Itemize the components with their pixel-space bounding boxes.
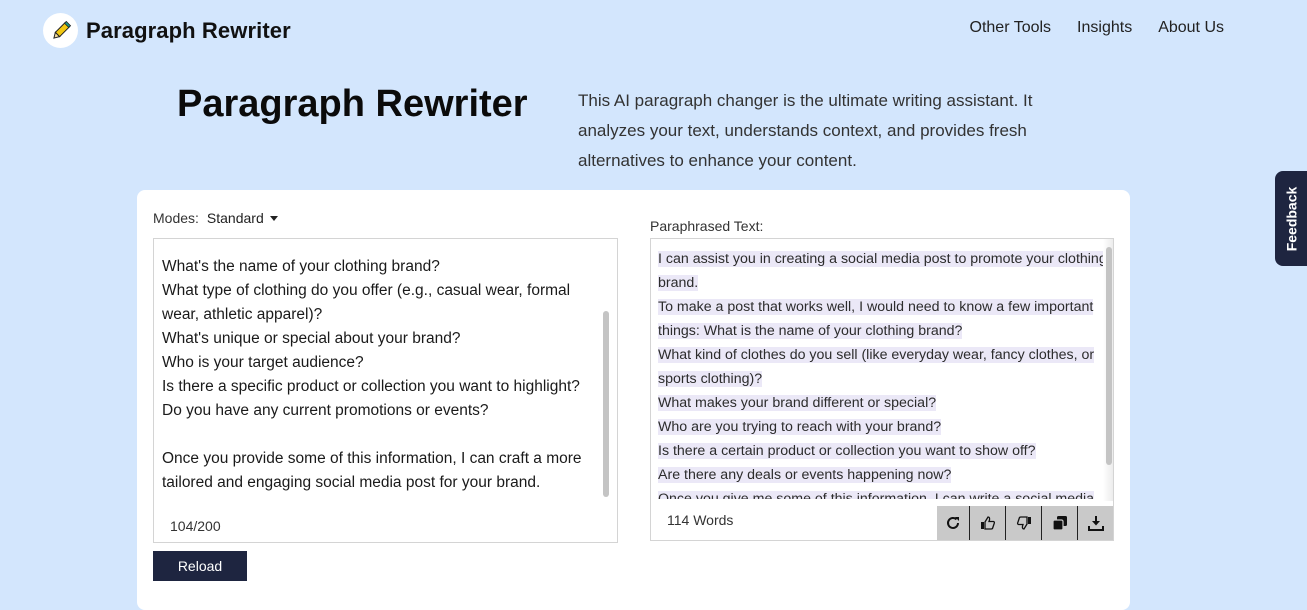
modes-dropdown[interactable]: Standard xyxy=(207,210,278,226)
output-label: Paraphrased Text: xyxy=(650,218,764,234)
char-count: 104/200 xyxy=(170,518,221,534)
brand-name: Paragraph Rewriter xyxy=(86,17,291,43)
like-button[interactable] xyxy=(969,506,1005,540)
output-sentence[interactable]: To make a post that works well, I would … xyxy=(658,299,1094,339)
output-container: I can assist you in creating a social me… xyxy=(650,238,1114,541)
output-text: I can assist you in creating a social me… xyxy=(658,247,1108,499)
brand-logo[interactable]: Paragraph Rewriter xyxy=(43,13,291,48)
output-scrollbar[interactable] xyxy=(1106,247,1112,465)
output-actions xyxy=(937,506,1113,540)
modes-selected-value: Standard xyxy=(206,210,264,226)
output-sentence[interactable]: What makes your brand different or speci… xyxy=(658,395,937,411)
regenerate-button[interactable] xyxy=(937,506,969,540)
output-scroll-track[interactable] xyxy=(1103,239,1113,501)
rewriter-card: Modes: Standard What's the name of your … xyxy=(137,190,1130,610)
thumbs-down-icon xyxy=(1016,516,1031,530)
input-textarea[interactable]: What's the name of your clothing brand? … xyxy=(162,255,602,500)
input-textarea-container: What's the name of your clothing brand? … xyxy=(153,238,618,543)
caret-down-icon xyxy=(269,215,278,221)
output-sentence[interactable]: What kind of clothes do you sell (like e… xyxy=(658,347,1095,387)
output-sentence[interactable]: I can assist you in creating a social me… xyxy=(658,251,1107,291)
reload-button[interactable]: Reload xyxy=(153,551,247,581)
nav-about-us[interactable]: About Us xyxy=(1158,19,1224,37)
page-description: This AI paragraph changer is the ultimat… xyxy=(578,91,1033,170)
download-button[interactable] xyxy=(1077,506,1113,540)
pencil-icon xyxy=(43,13,78,48)
thumbs-up-icon xyxy=(980,516,995,530)
modes-label: Modes: xyxy=(153,210,199,226)
output-sentence[interactable]: Once you give me some of this informatio… xyxy=(658,491,1095,499)
word-count: 114 Words xyxy=(667,512,734,528)
dislike-button[interactable] xyxy=(1005,506,1041,540)
copy-button[interactable] xyxy=(1041,506,1077,540)
download-icon xyxy=(1087,516,1104,531)
modes-row: Modes: Standard xyxy=(153,210,278,226)
output-sentence[interactable]: Are there any deals or events happening … xyxy=(658,467,952,483)
page-title: Paragraph Rewriter xyxy=(177,83,528,125)
main-nav: Other Tools Insights About Us xyxy=(970,19,1224,37)
input-scrollbar[interactable] xyxy=(603,311,609,497)
output-sentence[interactable]: Is there a certain product or collection… xyxy=(658,443,1036,459)
feedback-tab[interactable]: Feedback xyxy=(1275,171,1307,266)
top-navbar: Paragraph Rewriter Other Tools Insights … xyxy=(0,0,1307,60)
copy-icon xyxy=(1051,516,1067,531)
nav-other-tools[interactable]: Other Tools xyxy=(970,19,1052,37)
output-sentence[interactable]: Who are you trying to reach with your br… xyxy=(658,419,942,435)
feedback-label: Feedback xyxy=(1283,186,1299,251)
nav-insights[interactable]: Insights xyxy=(1077,19,1132,37)
refresh-icon xyxy=(947,516,959,529)
